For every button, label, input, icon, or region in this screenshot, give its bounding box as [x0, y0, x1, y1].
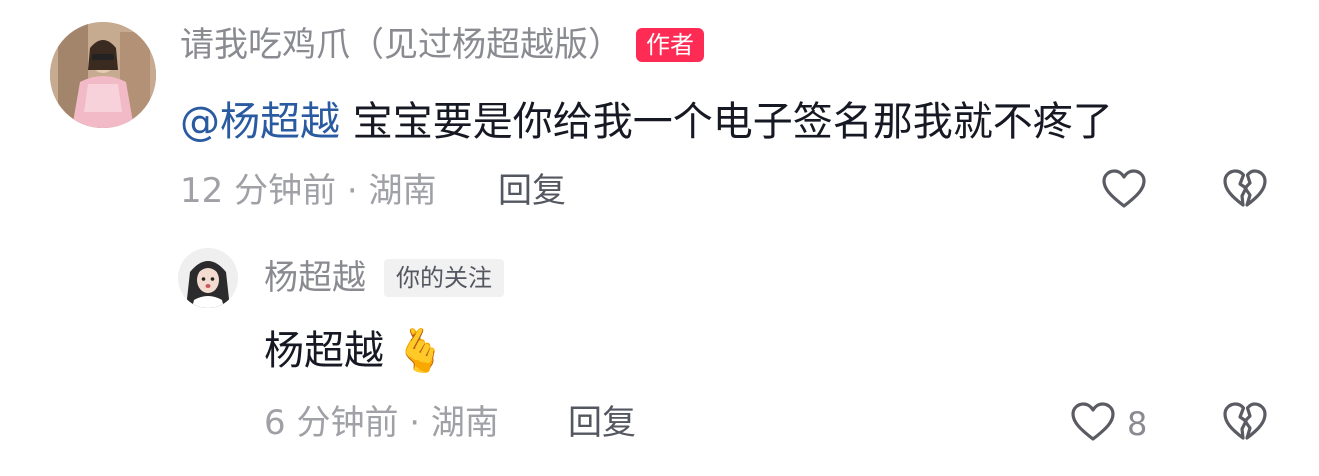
comment-text: 宝宝要是你给我一个电子签名那我就不疼了: [352, 99, 1113, 145]
replier-username[interactable]: 杨超越: [264, 261, 366, 295]
finger-heart-emoji: 🫰: [394, 326, 447, 375]
broken-heart-icon[interactable]: [1222, 168, 1268, 210]
following-badge: 你的关注: [384, 259, 504, 297]
reply-text: 杨超越: [264, 328, 384, 374]
mention-link[interactable]: @杨超越: [180, 99, 340, 145]
heart-outline-icon[interactable]: [1101, 168, 1147, 210]
reply-time-location: 6 分钟前 · 湖南: [264, 403, 499, 443]
like-count: 8: [1127, 405, 1148, 443]
reply-reply-button[interactable]: 回复: [568, 406, 636, 440]
replier-avatar[interactable]: [178, 248, 238, 308]
author-badge: 作者: [636, 28, 704, 62]
comment-body: @杨超越 宝宝要是你给我一个电子签名那我就不疼了: [180, 102, 1113, 142]
commenter-username[interactable]: 请我吃鸡爪（见过杨超越版）: [180, 28, 622, 62]
commenter-avatar[interactable]: [50, 22, 156, 128]
heart-outline-icon[interactable]: [1070, 401, 1116, 443]
broken-heart-icon[interactable]: [1222, 401, 1268, 443]
reply-body: 杨超越 🫰: [264, 330, 446, 372]
comment-time-location: 12 分钟前 · 湖南: [180, 171, 437, 211]
reply-button[interactable]: 回复: [498, 174, 566, 208]
